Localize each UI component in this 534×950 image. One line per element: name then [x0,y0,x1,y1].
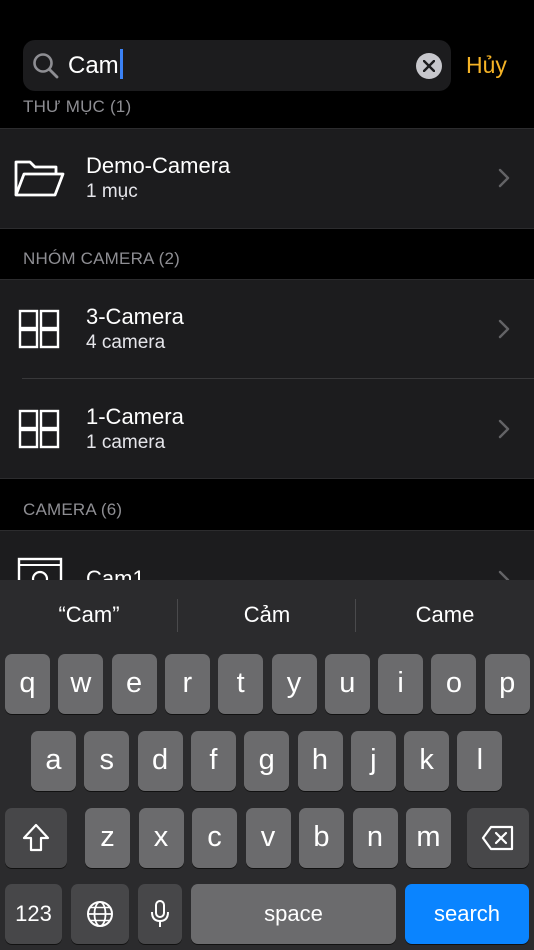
key-o[interactable]: o [431,654,477,714]
key-n[interactable]: n [352,808,398,868]
suggestion-2[interactable]: Cảm [178,600,356,630]
key-v[interactable]: v [245,808,291,868]
item-subtitle: 1 mục [86,181,138,202]
list-item-cam1[interactable] [0,531,534,580]
item-title: 1-Camera [86,404,184,429]
key-p[interactable]: p [484,654,530,714]
key-f[interactable]: f [190,731,236,791]
chevron-right-icon [498,168,510,188]
chevron-right-icon [498,419,510,439]
grid-icon [18,309,60,349]
item-title: Demo-Camera [86,153,231,178]
microphone-icon [151,900,169,927]
search-input[interactable]: Cam [68,49,123,83]
text-caret [119,49,123,79]
list-item-demo-camera[interactable] [0,129,534,227]
key-s[interactable]: s [84,731,130,791]
key-i[interactable]: i [378,654,424,714]
search-icon [33,53,59,79]
key-j[interactable]: j [350,731,396,791]
key-d[interactable]: d [137,731,183,791]
section-header-cameras: CAMERA (6) [23,500,123,519]
section-header-folders: THƯ MỤC (1) [23,97,132,116]
key-a[interactable]: a [31,731,76,791]
delete-key[interactable] [467,808,529,868]
section-header-groups: NHÓM CAMERA (2) [23,249,180,268]
globe-icon [87,901,113,927]
key-m[interactable]: m [406,808,451,868]
key-z[interactable]: z [85,808,130,868]
key-u[interactable]: u [324,654,370,714]
dictation-key[interactable] [138,884,182,944]
list-item-1-camera[interactable] [0,379,534,477]
cancel-button[interactable]: Hủy [466,50,507,80]
clear-search-button[interactable] [416,53,442,79]
space-key[interactable]: space [191,884,396,944]
shift-key[interactable] [5,808,67,868]
item-title: 3-Camera [86,304,184,329]
close-icon [423,60,435,72]
key-x[interactable]: x [138,808,184,868]
list-item-3-camera[interactable] [0,280,534,378]
key-b[interactable]: b [299,808,344,868]
key-t[interactable]: t [218,654,264,714]
delete-backspace-icon [481,825,514,851]
key-g[interactable]: g [244,731,290,791]
key-q[interactable]: q [5,654,50,714]
key-y[interactable]: y [271,654,317,714]
search-key[interactable]: search [405,884,529,944]
suggestion-3[interactable]: Came [356,600,534,630]
chevron-right-icon [498,319,510,339]
key-l[interactable]: l [457,731,503,791]
folder-icon [14,160,65,197]
key-r[interactable]: r [164,654,210,714]
numbers-key[interactable]: 123 [5,884,62,944]
item-subtitle: 4 camera [86,332,166,353]
key-h[interactable]: h [297,731,343,791]
grid-icon [18,409,60,449]
key-w[interactable]: w [58,654,104,714]
key-k[interactable]: k [404,731,450,791]
key-e[interactable]: e [111,654,157,714]
key-c[interactable]: c [192,808,237,868]
item-subtitle: 1 camera [86,432,166,453]
suggestion-1[interactable]: “Cam” [0,600,178,630]
shift-icon [22,823,50,852]
globe-key[interactable] [71,884,129,944]
